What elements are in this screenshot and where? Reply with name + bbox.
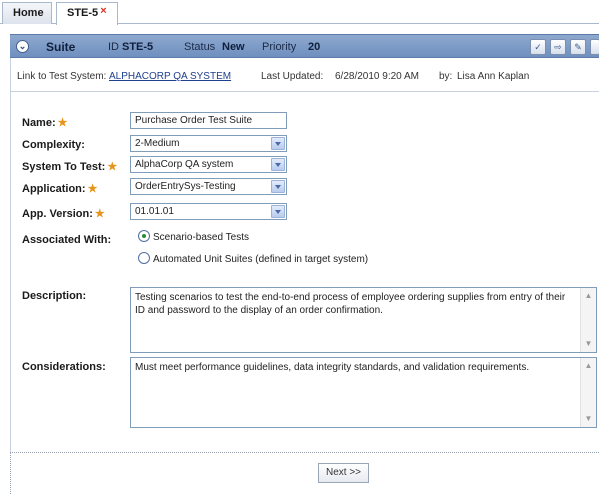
by-label: by: xyxy=(439,71,453,82)
description-label: Description: xyxy=(22,290,87,302)
app-version-select[interactable]: 01.01.01 xyxy=(130,203,287,220)
collapse-icon[interactable]: ⌄ xyxy=(16,40,29,53)
status-value: New xyxy=(222,41,245,53)
required-star-icon: ★ xyxy=(107,161,118,173)
required-star-icon: ★ xyxy=(87,183,98,195)
system-to-test-label: System To Test: ★ xyxy=(22,161,118,173)
application-label: Application: ★ xyxy=(22,183,98,195)
suite-header-bar: ⌄ Suite ID STE-5 Status New Priority 20 … xyxy=(10,34,599,58)
chevron-down-icon[interactable] xyxy=(271,205,285,218)
chevron-down-icon[interactable] xyxy=(271,137,285,150)
required-star-icon: ★ xyxy=(57,117,68,129)
tab-ste-5[interactable]: STE-5 × xyxy=(56,2,118,25)
chevron-down-icon[interactable] xyxy=(271,158,285,171)
radio-selected-icon[interactable] xyxy=(138,230,150,242)
name-input[interactable]: Purchase Order Test Suite xyxy=(130,112,287,129)
name-label: Name: ★ xyxy=(22,117,68,129)
scroll-up-icon[interactable]: ▲ xyxy=(582,290,595,302)
chevron-down-icon[interactable] xyxy=(271,180,285,193)
radio-unselected-icon[interactable] xyxy=(138,252,150,264)
considerations-label: Considerations: xyxy=(22,361,106,373)
tab-bar: Home STE-5 × xyxy=(0,0,599,25)
scroll-down-icon[interactable]: ▼ xyxy=(582,413,595,425)
close-icon[interactable]: × xyxy=(100,5,106,17)
application-value: OrderEntrySys-Testing xyxy=(135,181,236,192)
record-type-title: Suite xyxy=(46,40,76,54)
complexity-select[interactable]: 2-Medium xyxy=(130,135,287,152)
scroll-up-icon[interactable]: ▲ xyxy=(582,360,595,372)
associated-with-label: Associated With: xyxy=(22,234,112,246)
form-footer: Next >> xyxy=(10,452,599,494)
radio-automated-unit-suites[interactable]: Automated Unit Suites (defined in target… xyxy=(138,252,368,265)
attach-icon[interactable]: ✎ xyxy=(570,39,586,55)
required-star-icon: ★ xyxy=(94,208,105,220)
last-updated-value: 6/28/2010 9:20 AM xyxy=(335,71,419,82)
record-info-bar: Link to Test System: ALPHACORP QA SYSTEM… xyxy=(10,58,599,92)
radio-scenario-based-tests[interactable]: Scenario-based Tests xyxy=(138,230,249,243)
system-to-test-select[interactable]: AlphaCorp QA system xyxy=(130,156,287,173)
tab-ste-5-label: STE-5 xyxy=(67,7,99,19)
priority-value: 20 xyxy=(308,41,321,53)
link-label: Link to Test System: xyxy=(17,71,107,82)
status-label: Status xyxy=(184,41,216,53)
tab-home[interactable]: Home xyxy=(2,2,52,24)
application-select[interactable]: OrderEntrySys-Testing xyxy=(130,178,287,195)
system-to-test-value: AlphaCorp QA system xyxy=(135,159,234,170)
next-button[interactable]: Next >> xyxy=(318,463,369,483)
scroll-down-icon[interactable]: ▼ xyxy=(582,338,595,350)
radio-scenario-label: Scenario-based Tests xyxy=(153,232,249,243)
app-version-value: 01.01.01 xyxy=(135,206,174,217)
updated-by-value: Lisa Ann Kaplan xyxy=(457,71,530,82)
description-text: Testing scenarios to test the end-to-end… xyxy=(135,292,566,316)
tab-home-label: Home xyxy=(13,7,44,19)
last-updated-label: Last Updated: xyxy=(261,71,324,82)
complexity-value: 2-Medium xyxy=(135,138,180,149)
considerations-textarea[interactable]: Must meet performance guidelines, data i… xyxy=(130,357,597,428)
radio-automated-label: Automated Unit Suites (defined in target… xyxy=(153,254,369,265)
more-icon[interactable] xyxy=(590,39,599,55)
description-textarea[interactable]: Testing scenarios to test the end-to-end… xyxy=(130,287,597,353)
export-icon[interactable]: ⇨ xyxy=(550,39,566,55)
id-value: STE-5 xyxy=(122,41,154,53)
description-scrollbar[interactable]: ▲ ▼ xyxy=(580,288,596,352)
id-label: ID xyxy=(108,41,119,53)
panel-left-border xyxy=(10,92,11,452)
priority-label: Priority xyxy=(262,41,297,53)
test-system-link[interactable]: ALPHACORP QA SYSTEM xyxy=(109,71,231,82)
complexity-label: Complexity: xyxy=(22,139,85,151)
considerations-scrollbar[interactable]: ▲ ▼ xyxy=(580,358,596,427)
app-version-label: App. Version: ★ xyxy=(22,208,105,220)
spellcheck-icon[interactable]: ✓ xyxy=(530,39,546,55)
considerations-text: Must meet performance guidelines, data i… xyxy=(135,362,530,373)
